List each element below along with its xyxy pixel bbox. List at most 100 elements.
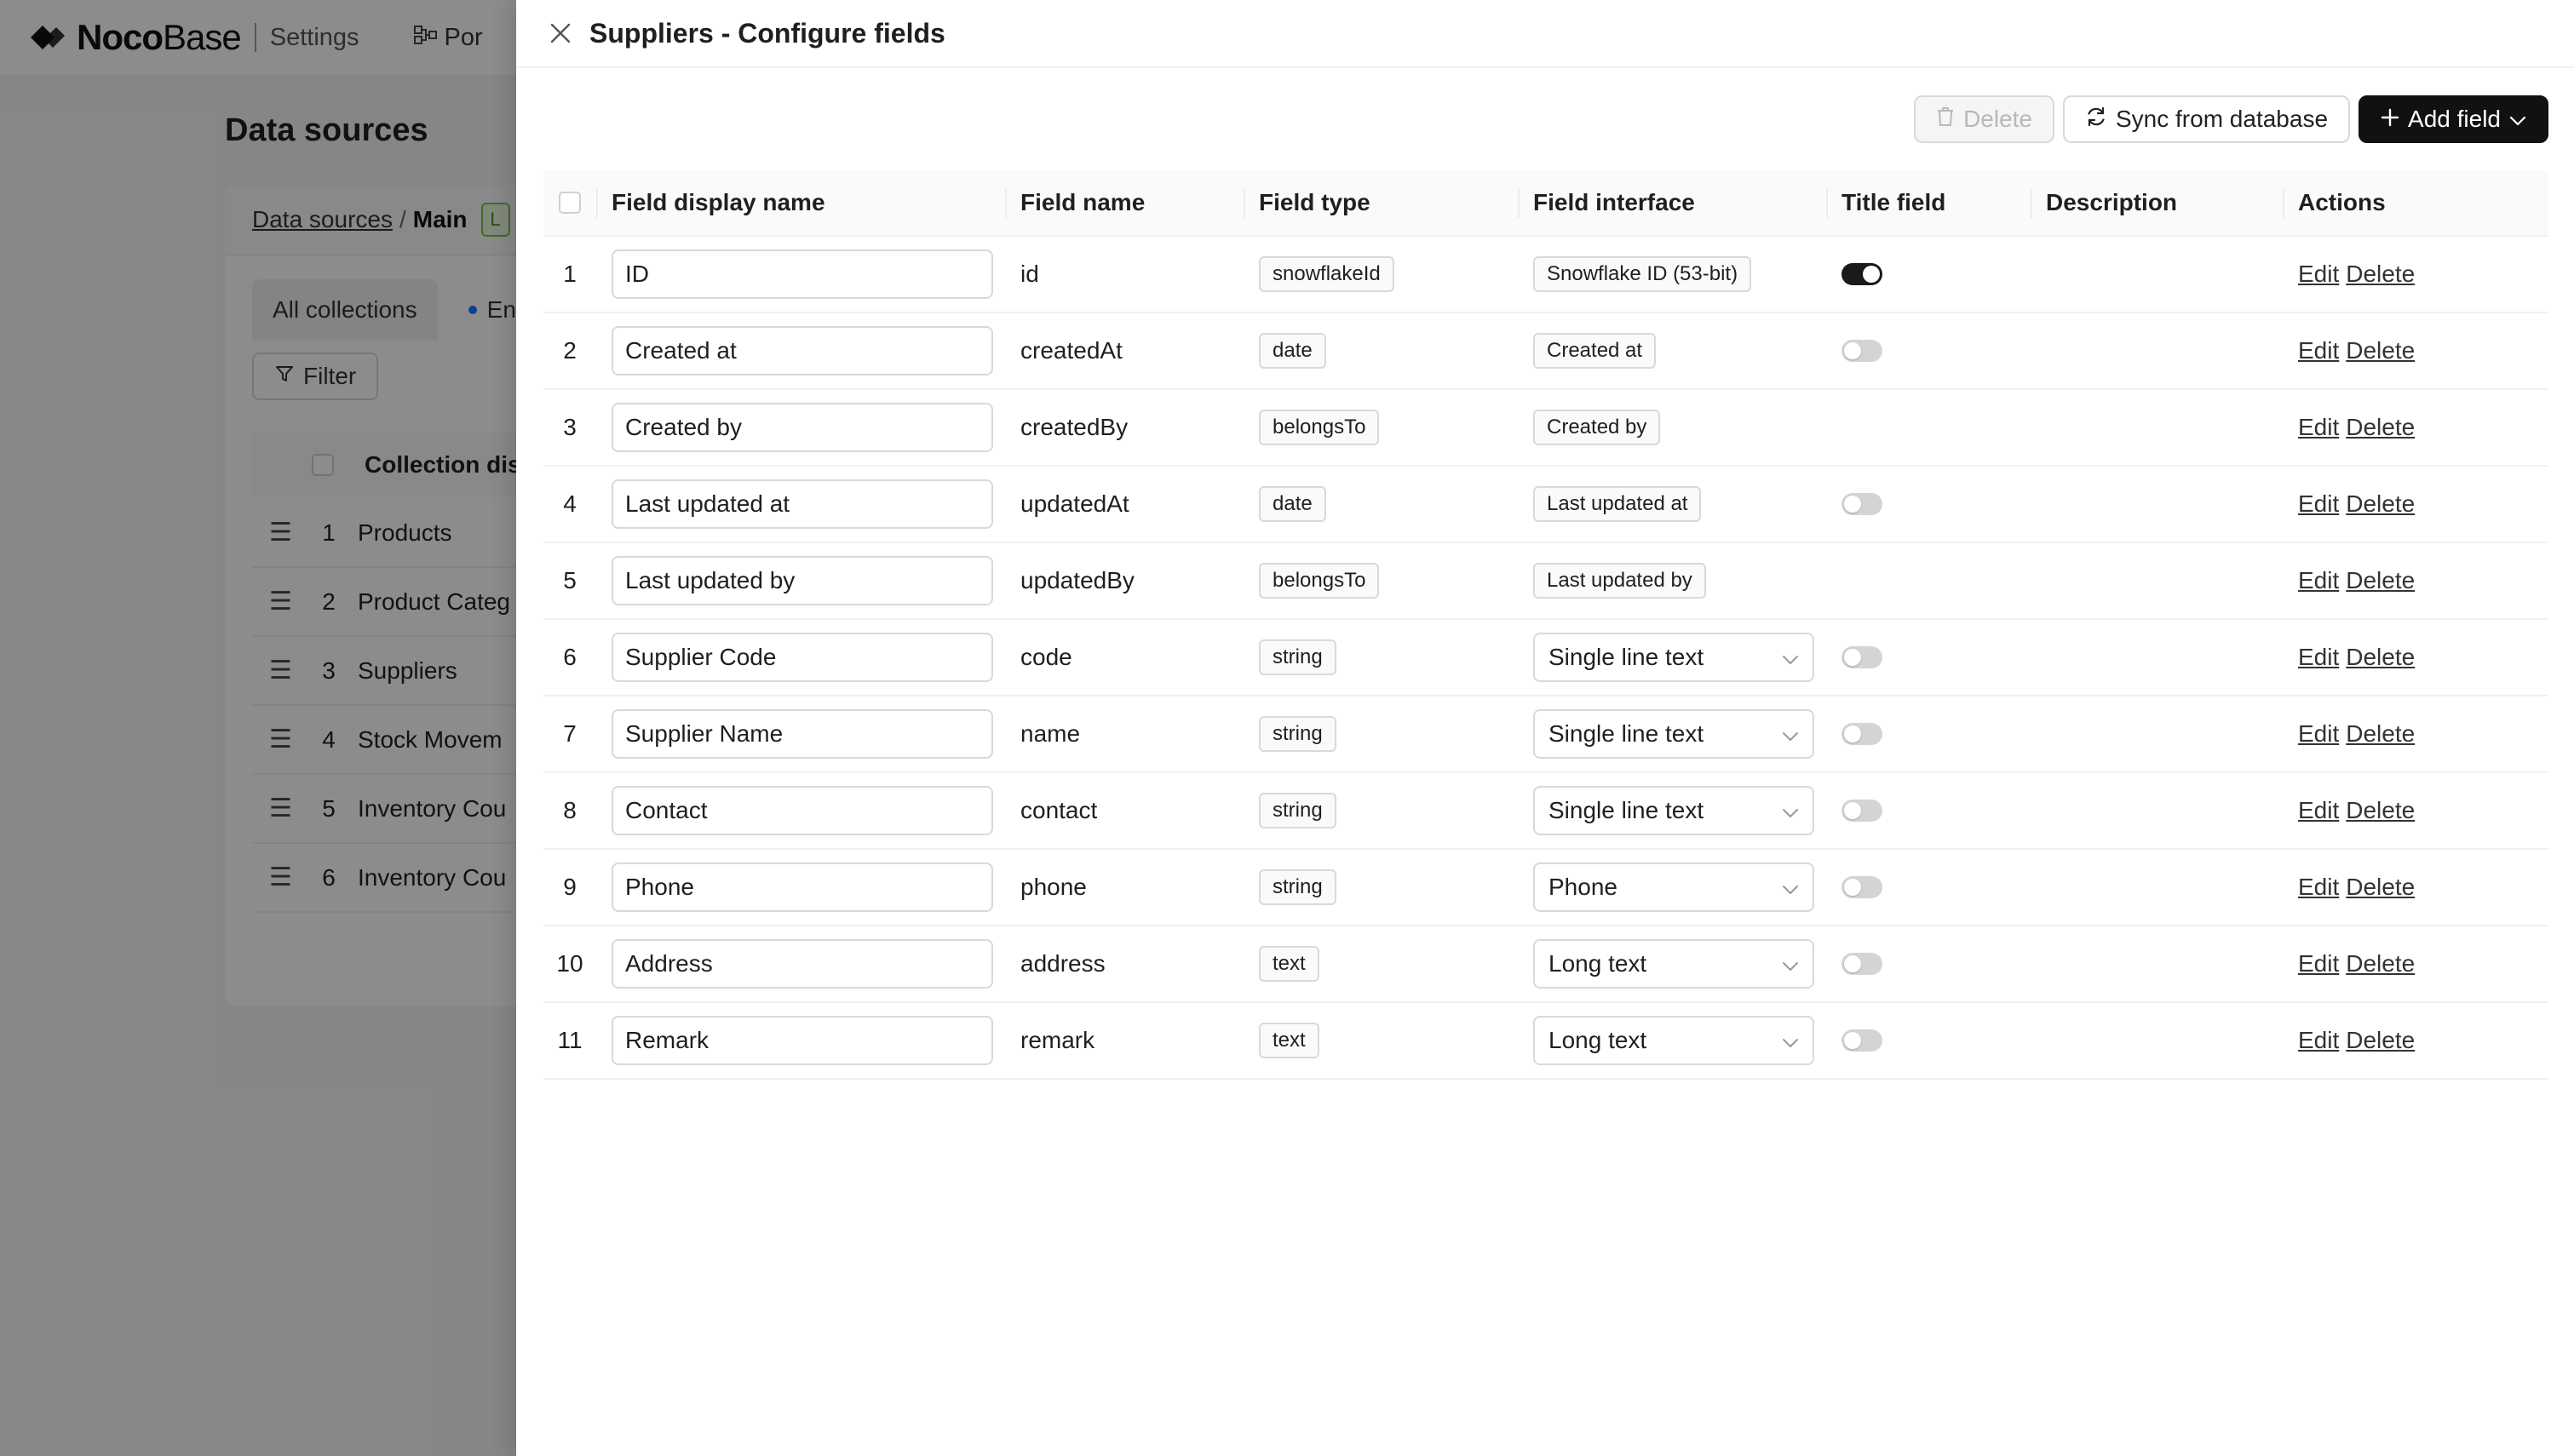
column-header-display-name: Field display name	[596, 170, 1005, 235]
field-interface-select[interactable]: Single line text	[1533, 709, 1814, 759]
edit-link[interactable]: Edit	[2298, 490, 2339, 518]
field-interface-select[interactable]: Single line text	[1533, 633, 1814, 682]
row-index: 4	[563, 490, 577, 517]
field-type-tag: string	[1259, 869, 1336, 905]
display-name-input[interactable]: Last updated by	[612, 556, 993, 605]
display-name-input[interactable]: Contact	[612, 786, 993, 835]
edit-link[interactable]: Edit	[2298, 644, 2339, 671]
display-name-input[interactable]: Address	[612, 939, 993, 989]
edit-link[interactable]: Edit	[2298, 1027, 2339, 1054]
description-cell	[2031, 850, 2283, 925]
field-interface-value: Single line text	[1548, 720, 1704, 747]
drawer-title: Suppliers - Configure fields	[589, 17, 945, 49]
display-name-input[interactable]: Phone	[612, 863, 993, 912]
delete-link[interactable]: Delete	[2346, 720, 2415, 748]
field-interface-tag: Created by	[1533, 410, 1661, 445]
edit-link[interactable]: Edit	[2298, 414, 2339, 441]
table-row[interactable]: 8 Contact contact string Single line tex…	[543, 773, 2548, 850]
field-type-tag: string	[1259, 793, 1336, 828]
field-name: code	[1020, 644, 1072, 670]
toggle-knob	[1844, 496, 1861, 513]
title-field-toggle[interactable]	[1841, 340, 1882, 362]
edit-link[interactable]: Edit	[2298, 261, 2339, 288]
delete-link[interactable]: Delete	[2346, 1027, 2415, 1054]
chevron-down-icon	[1782, 874, 1799, 901]
title-field-toggle[interactable]	[1841, 263, 1882, 285]
field-interface-select[interactable]: Long text	[1533, 939, 1814, 989]
table-row[interactable]: 1 ID id snowflakeId Snowflake ID (53-bit…	[543, 237, 2548, 313]
delete-link[interactable]: Delete	[2346, 874, 2415, 901]
table-row[interactable]: 7 Supplier Name name string Single line …	[543, 696, 2548, 773]
field-name: name	[1020, 720, 1081, 747]
title-field-toggle[interactable]	[1841, 1029, 1882, 1052]
display-name-input[interactable]: Created at	[612, 326, 993, 375]
field-interface-select[interactable]: Single line text	[1533, 786, 1814, 835]
edit-link[interactable]: Edit	[2298, 720, 2339, 748]
display-name-input[interactable]: Last updated at	[612, 479, 993, 529]
edit-link[interactable]: Edit	[2298, 797, 2339, 824]
field-interface-select[interactable]: Phone	[1533, 863, 1814, 912]
title-field-toggle[interactable]	[1841, 876, 1882, 898]
sync-from-database-button[interactable]: Sync from database	[2063, 95, 2351, 143]
row-actions: Edit Delete	[2283, 237, 2548, 312]
select-all-checkbox[interactable]	[559, 192, 581, 214]
title-field-toggle[interactable]	[1841, 723, 1882, 745]
row-actions: Edit Delete	[2283, 467, 2548, 542]
toggle-knob	[1844, 879, 1861, 896]
description-cell	[2031, 237, 2283, 312]
row-actions: Edit Delete	[2283, 1003, 2548, 1078]
display-name-input[interactable]: Supplier Name	[612, 709, 993, 759]
display-name-input[interactable]: Supplier Code	[612, 633, 993, 682]
toggle-knob	[1844, 342, 1861, 359]
row-actions: Edit Delete	[2283, 926, 2548, 1001]
title-field-toggle[interactable]	[1841, 646, 1882, 668]
title-field-toggle[interactable]	[1841, 493, 1882, 515]
chevron-down-icon	[1782, 797, 1799, 824]
edit-link[interactable]: Edit	[2298, 337, 2339, 364]
row-actions: Edit Delete	[2283, 696, 2548, 771]
description-cell	[2031, 926, 2283, 1001]
row-index: 3	[563, 414, 577, 440]
field-interface-tag: Created at	[1533, 333, 1657, 369]
delete-link[interactable]: Delete	[2346, 644, 2415, 671]
title-field-toggle[interactable]	[1841, 953, 1882, 975]
delete-link[interactable]: Delete	[2346, 567, 2415, 594]
close-icon[interactable]	[543, 16, 577, 50]
field-interface-select[interactable]: Long text	[1533, 1016, 1814, 1065]
add-field-button[interactable]: Add field	[2359, 95, 2548, 143]
edit-link[interactable]: Edit	[2298, 950, 2339, 977]
table-row[interactable]: 4 Last updated at updatedAt date Last up…	[543, 467, 2548, 543]
field-type-tag: belongsTo	[1259, 563, 1380, 599]
field-name: updatedBy	[1020, 567, 1135, 593]
display-name-input[interactable]: Remark	[612, 1016, 993, 1065]
add-field-label: Add field	[2408, 106, 2501, 132]
edit-link[interactable]: Edit	[2298, 567, 2339, 594]
table-row[interactable]: 10 Address address text Long text Edit D…	[543, 926, 2548, 1003]
title-field-toggle[interactable]	[1841, 800, 1882, 822]
field-name: address	[1020, 950, 1106, 977]
field-type-tag: string	[1259, 716, 1336, 752]
delete-link[interactable]: Delete	[2346, 337, 2415, 364]
chevron-down-icon	[1782, 950, 1799, 977]
delete-link[interactable]: Delete	[2346, 797, 2415, 824]
delete-link[interactable]: Delete	[2346, 490, 2415, 518]
description-cell	[2031, 1003, 2283, 1078]
field-interface-value: Long text	[1548, 1027, 1647, 1053]
table-row[interactable]: 9 Phone phone string Phone Edit Delete	[543, 850, 2548, 926]
display-name-input[interactable]: Created by	[612, 403, 993, 452]
delete-link[interactable]: Delete	[2346, 414, 2415, 441]
table-row[interactable]: 11 Remark remark text Long text Edit Del…	[543, 1003, 2548, 1080]
display-name-input[interactable]: ID	[612, 249, 993, 299]
edit-link[interactable]: Edit	[2298, 874, 2339, 901]
table-row[interactable]: 5 Last updated by updatedBy belongsTo La…	[543, 543, 2548, 620]
table-row[interactable]: 6 Supplier Code code string Single line …	[543, 620, 2548, 696]
delete-button[interactable]: Delete	[1914, 95, 2054, 143]
table-row[interactable]: 3 Created by createdBy belongsTo Created…	[543, 390, 2548, 467]
description-cell	[2031, 773, 2283, 848]
table-row[interactable]: 2 Created at createdAt date Created at E…	[543, 313, 2548, 390]
delete-link[interactable]: Delete	[2346, 261, 2415, 288]
column-header-title-field: Title field	[1826, 170, 2031, 235]
trash-icon	[1936, 106, 1955, 133]
delete-link[interactable]: Delete	[2346, 950, 2415, 977]
plus-icon	[2381, 106, 2399, 133]
